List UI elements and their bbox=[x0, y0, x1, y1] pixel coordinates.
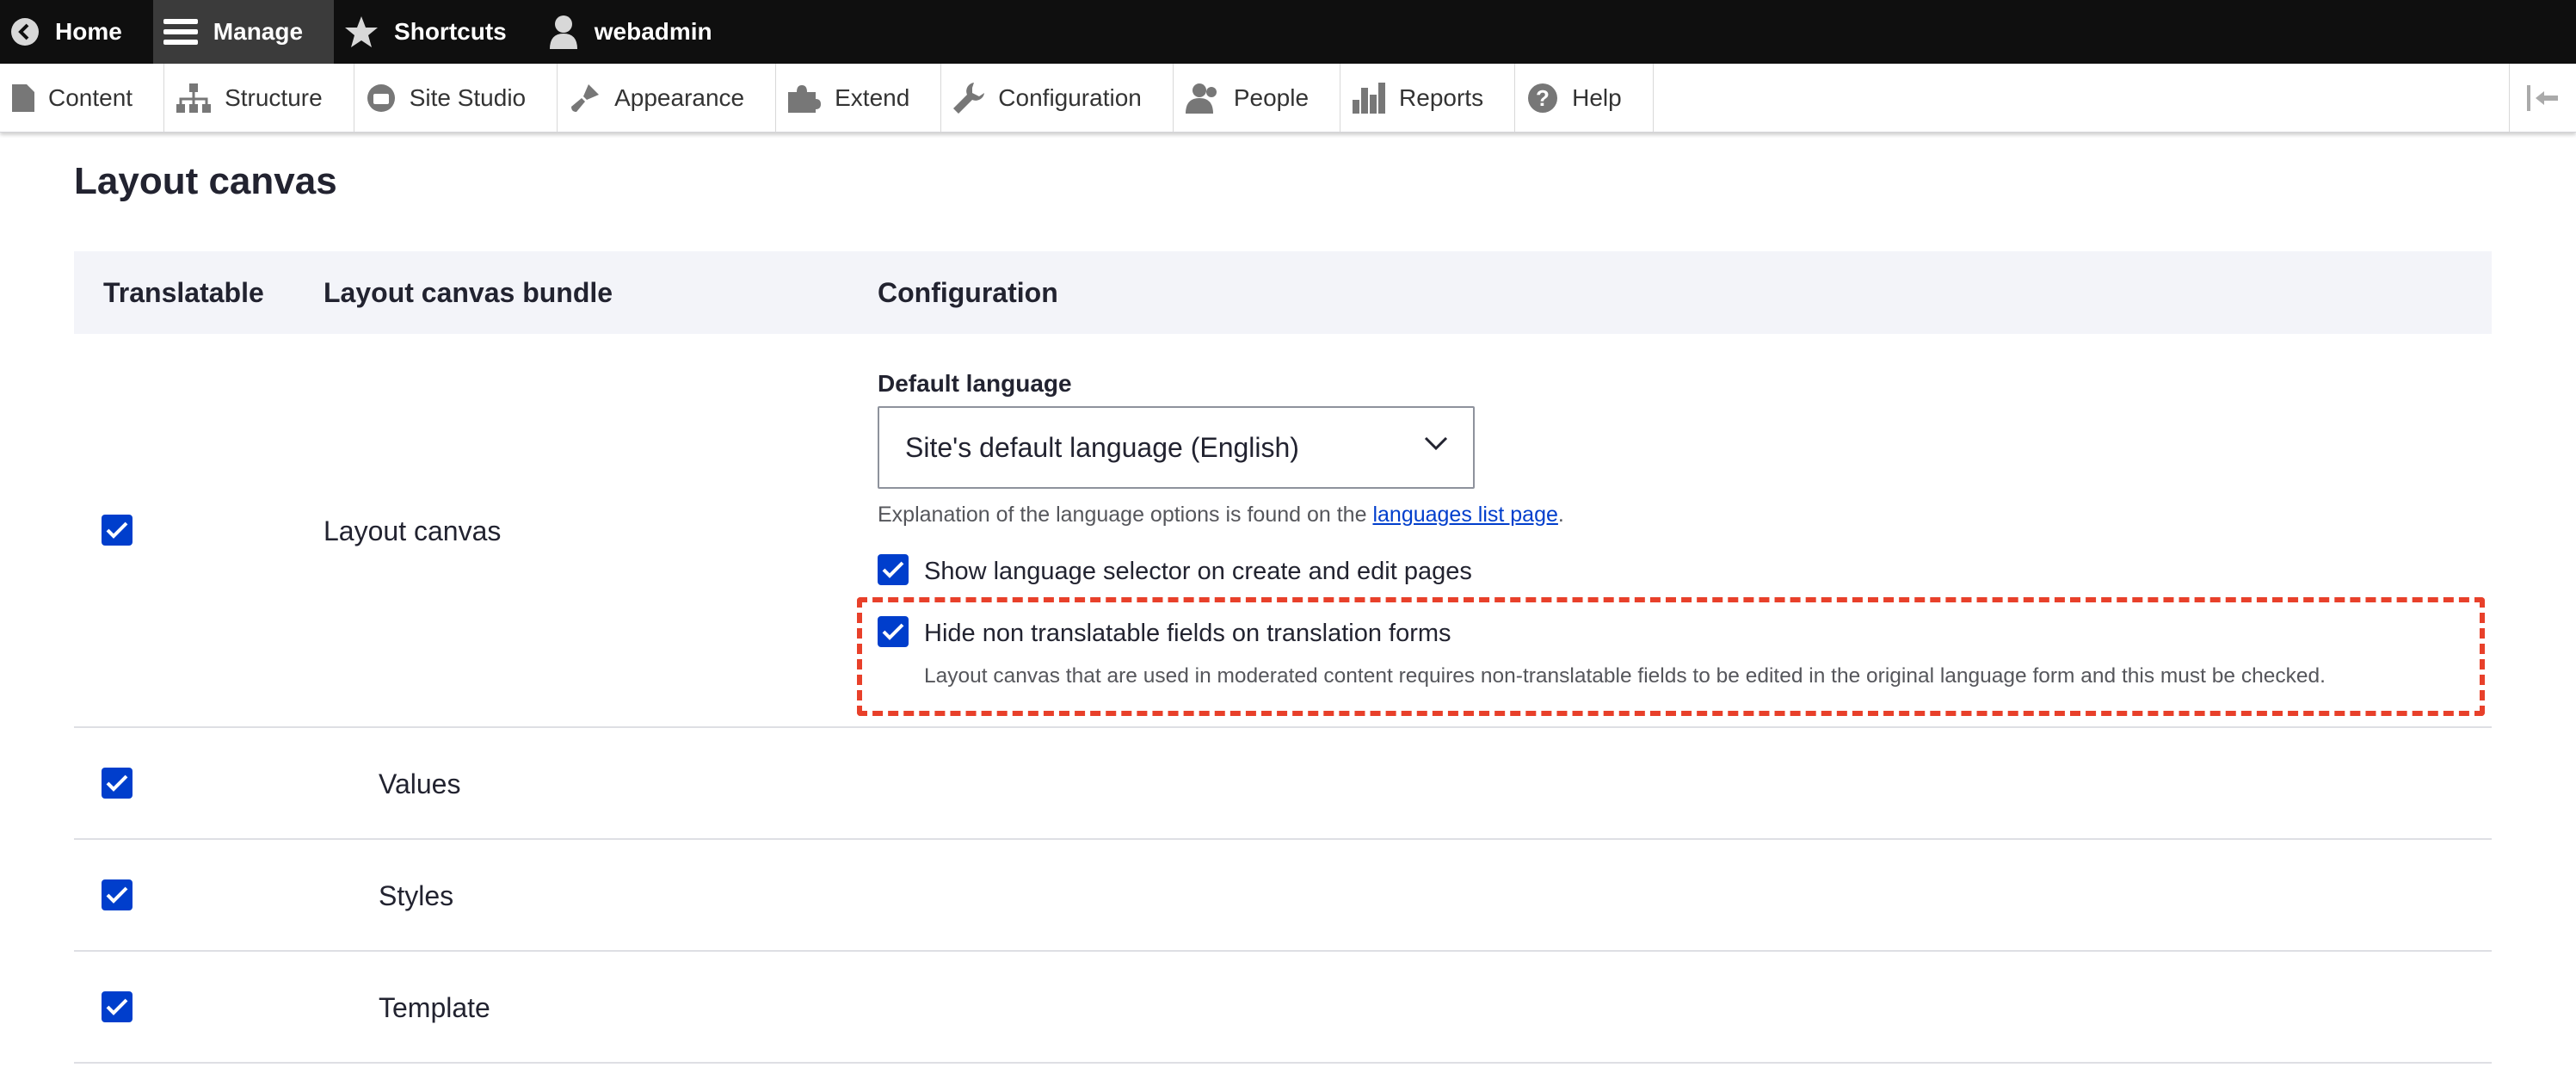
hamburger-icon bbox=[163, 19, 198, 45]
tray-item-structure[interactable]: Structure bbox=[164, 64, 354, 132]
toolbar-shortcuts-label: Shortcuts bbox=[394, 18, 507, 45]
bundle-name-styles: Styles bbox=[379, 880, 454, 911]
column-header-bundle: Layout canvas bundle bbox=[324, 276, 613, 308]
checkmark-icon bbox=[106, 886, 128, 904]
languages-list-link[interactable]: languages list page bbox=[1372, 503, 1557, 527]
language-options-explanation: Explanation of the language options is f… bbox=[878, 503, 1564, 528]
toolbar-shortcuts[interactable]: Shortcuts bbox=[334, 0, 538, 64]
default-language-value: Site's default language (English) bbox=[905, 431, 1299, 463]
bundle-name-layout-canvas: Layout canvas bbox=[324, 515, 502, 546]
sitemap-icon bbox=[176, 83, 212, 113]
puzzle-icon bbox=[788, 84, 822, 113]
explanation-text: Explanation of the language options is f… bbox=[878, 503, 1373, 527]
tray-item-label: Extend bbox=[835, 83, 910, 111]
toolbar-user-label: webadmin bbox=[594, 18, 712, 45]
tray-item-help[interactable]: ? Help bbox=[1515, 64, 1654, 132]
collapse-left-icon bbox=[2526, 84, 2558, 111]
help-icon: ? bbox=[1528, 83, 1558, 113]
highlight-annotation bbox=[857, 597, 2485, 716]
translatable-checkbox-styles[interactable] bbox=[102, 879, 132, 910]
file-icon bbox=[12, 83, 34, 112]
tray-item-label: Appearance bbox=[614, 83, 745, 111]
toolbar-manage-label: Manage bbox=[213, 18, 304, 45]
tray-item-label: Site Studio bbox=[409, 83, 527, 111]
user-icon bbox=[549, 15, 577, 49]
tray-item-label: Configuration bbox=[998, 83, 1142, 111]
tray-item-label: Help bbox=[1572, 83, 1622, 111]
table-header: Translatable Layout canvas bundle Config… bbox=[74, 251, 2492, 334]
checkmark-icon bbox=[106, 998, 128, 1015]
tray-item-extend[interactable]: Extend bbox=[776, 64, 942, 132]
tray-item-people[interactable]: People bbox=[1174, 64, 1341, 132]
tray-item-appearance[interactable]: Appearance bbox=[558, 64, 777, 132]
collapse-tray-button[interactable] bbox=[2509, 64, 2576, 132]
default-language-label: Default language bbox=[878, 370, 1072, 397]
toolbar-home[interactable]: Home bbox=[0, 0, 153, 64]
tray-item-label: Structure bbox=[225, 83, 323, 111]
bar-chart-icon bbox=[1353, 82, 1386, 114]
translatable-checkbox-layout-canvas[interactable] bbox=[102, 515, 132, 546]
default-language-select[interactable]: Site's default language (English) bbox=[878, 406, 1475, 489]
explanation-suffix: . bbox=[1557, 503, 1564, 527]
column-header-configuration: Configuration bbox=[878, 276, 1058, 308]
tray-item-label: People bbox=[1233, 83, 1310, 111]
admin-toolbar: Home Manage Shortcuts webadmin bbox=[0, 0, 2576, 64]
checkmark-icon bbox=[106, 774, 128, 792]
tray-item-label: Reports bbox=[1399, 83, 1484, 111]
tray-item-configuration[interactable]: Configuration bbox=[941, 64, 1174, 132]
back-arrow-icon bbox=[11, 18, 39, 46]
toolbar-user[interactable]: webadmin bbox=[538, 0, 743, 64]
column-header-translatable: Translatable bbox=[103, 276, 264, 308]
star-icon bbox=[345, 16, 379, 47]
translatable-checkbox-template[interactable] bbox=[102, 991, 132, 1022]
people-icon bbox=[1185, 83, 1217, 114]
show-language-selector-label: Show language selector on create and edi… bbox=[924, 558, 1472, 585]
checkmark-icon bbox=[106, 521, 128, 539]
tray-item-label: Content bbox=[48, 83, 133, 111]
toolbar-home-label: Home bbox=[55, 18, 122, 45]
show-language-selector-checkbox[interactable] bbox=[878, 554, 909, 585]
tray-item-reports[interactable]: Reports bbox=[1340, 64, 1516, 132]
checkmark-icon bbox=[882, 561, 904, 578]
bundle-name-values: Values bbox=[379, 768, 461, 799]
wrench-icon bbox=[953, 82, 985, 114]
page-title: Layout canvas bbox=[74, 160, 337, 202]
toolbar-manage[interactable]: Manage bbox=[152, 0, 335, 64]
tray-item-content[interactable]: Content bbox=[0, 64, 165, 132]
admin-tray: Content Structure Site Studio Appearance… bbox=[0, 64, 2576, 133]
chevron-down-icon bbox=[1424, 436, 1448, 451]
bundle-name-template: Template bbox=[379, 992, 490, 1023]
svg-text:?: ? bbox=[1536, 85, 1550, 111]
translatable-checkbox-values[interactable] bbox=[102, 768, 132, 799]
paintbrush-icon bbox=[571, 83, 600, 112]
tray-item-site-studio[interactable]: Site Studio bbox=[354, 64, 558, 132]
site-studio-icon bbox=[367, 83, 395, 112]
